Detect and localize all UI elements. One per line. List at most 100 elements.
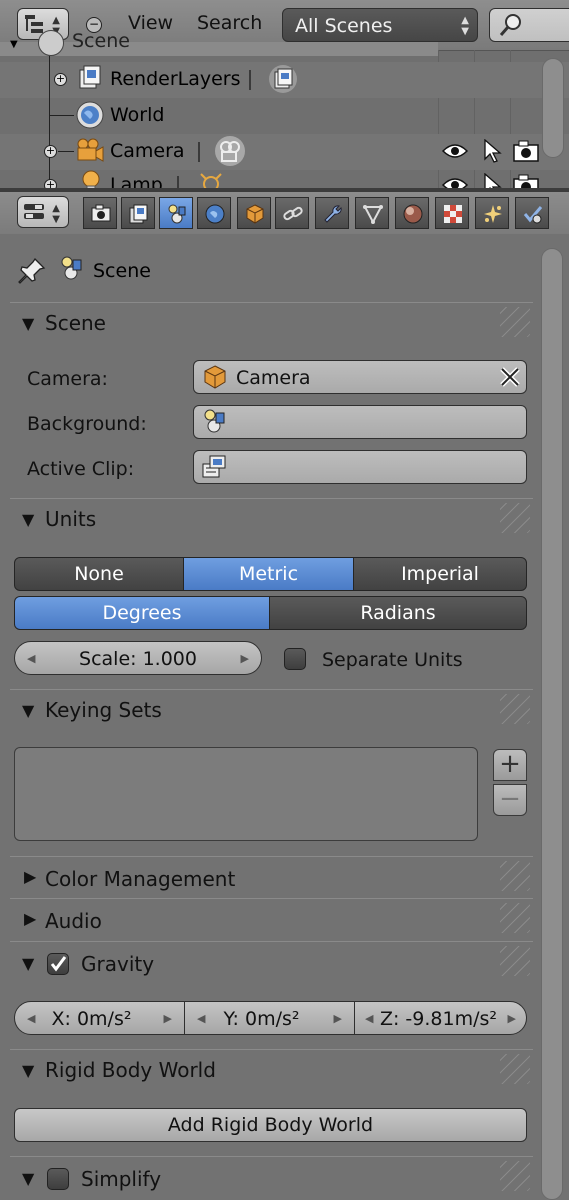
unit-system-none[interactable]: None xyxy=(14,557,184,591)
panel-drag-handle[interactable] xyxy=(500,903,530,933)
panel-drag-handle[interactable] xyxy=(500,1054,530,1084)
panel-header-gravity[interactable]: ▼ Gravity xyxy=(10,941,533,982)
outliner-scrollbar[interactable] xyxy=(542,58,564,158)
renderable-camera-icon[interactable] xyxy=(513,140,539,162)
editor-type-button[interactable]: ▲▼ xyxy=(17,196,69,228)
tab-texture[interactable] xyxy=(435,197,469,229)
scene-camera-field[interactable]: Camera xyxy=(193,360,527,394)
simplify-checkbox[interactable] xyxy=(47,1168,69,1190)
tab-modifiers[interactable] xyxy=(315,197,349,229)
keying-sets-list[interactable] xyxy=(14,747,478,841)
increment-arrow-icon[interactable]: ▶ xyxy=(334,1012,342,1025)
add-keying-set-button[interactable]: + xyxy=(493,749,527,781)
camera-data-icon xyxy=(215,136,245,166)
remove-keying-set-button[interactable]: − xyxy=(493,784,527,816)
increment-arrow-icon[interactable]: ▶ xyxy=(508,1012,516,1025)
outliner-row-lamp[interactable]: + Lamp xyxy=(0,170,539,190)
panel-drag-handle[interactable] xyxy=(500,694,530,724)
clear-x-icon[interactable] xyxy=(499,366,521,388)
panel-header-units[interactable]: ▼ Units xyxy=(10,498,533,539)
panel-title: Color Management xyxy=(45,867,236,891)
object-cube-icon xyxy=(246,204,264,224)
gravity-checkbox[interactable] xyxy=(47,953,69,975)
gravity-x-field[interactable]: ◀ X: 0m/s² ▶ xyxy=(14,1001,185,1035)
panel-header-rigid-body-world[interactable]: ▼ Rigid Body World xyxy=(10,1049,533,1090)
tab-render[interactable] xyxy=(83,197,117,229)
panel-drag-handle[interactable] xyxy=(500,1161,530,1191)
panel-title: Simplify xyxy=(81,1167,162,1191)
collapse-arrow-icon: ▼ xyxy=(22,1061,35,1080)
tab-physics[interactable] xyxy=(515,197,549,229)
rotation-degrees[interactable]: Degrees xyxy=(14,596,270,630)
panel-drag-handle[interactable] xyxy=(500,307,530,337)
outliner-search-field[interactable] xyxy=(489,8,569,42)
panel-title: Rigid Body World xyxy=(45,1058,216,1082)
context-label: Scene xyxy=(93,260,151,282)
panel-header-scene[interactable]: ▼ Scene xyxy=(10,302,533,343)
expand-icon[interactable]: + xyxy=(54,73,67,86)
panel-header-simplify[interactable]: ▼ Simplify xyxy=(10,1156,533,1197)
gravity-y-field[interactable]: ◀ Y: 0m/s² ▶ xyxy=(184,1001,355,1035)
tab-constraints[interactable] xyxy=(275,197,309,229)
search-menu[interactable]: Search xyxy=(197,12,262,34)
panel-title: Keying Sets xyxy=(45,698,162,722)
tab-particles[interactable] xyxy=(475,197,509,229)
unit-system-imperial[interactable]: Imperial xyxy=(353,557,527,591)
dropdown-arrows-icon: ▲▼ xyxy=(461,15,469,37)
increment-arrow-icon[interactable]: ▶ xyxy=(164,1012,172,1025)
properties-header: ▲ ▼ xyxy=(0,192,569,234)
tab-object[interactable] xyxy=(237,197,271,229)
panel-drag-handle[interactable] xyxy=(500,503,530,533)
panel-title: Audio xyxy=(45,909,102,933)
decrement-arrow-icon[interactable]: ◀ xyxy=(365,1012,373,1025)
panel-header-audio[interactable]: ▶ Audio xyxy=(10,898,533,939)
visibility-eye-icon[interactable] xyxy=(442,142,468,160)
outliner-row-camera[interactable]: + Camera xyxy=(0,134,539,168)
physics-icon xyxy=(523,206,543,224)
scene-active-clip-field[interactable] xyxy=(193,450,527,484)
pin-icon[interactable] xyxy=(17,256,47,286)
rotation-radians[interactable]: Radians xyxy=(269,596,527,630)
panel-header-color-management[interactable]: ▶ Color Management xyxy=(10,856,533,897)
display-mode-dropdown[interactable]: All Scenes ▲ ▼ xyxy=(282,8,478,42)
tab-world[interactable] xyxy=(197,197,231,229)
panel-header-keying-sets[interactable]: ▼ Keying Sets xyxy=(10,689,533,730)
increment-arrow-icon[interactable]: ▶ xyxy=(241,652,249,665)
panel-drag-handle[interactable] xyxy=(500,946,530,976)
scene-icon xyxy=(168,204,186,224)
camera-object-icon xyxy=(77,138,104,162)
separator xyxy=(249,70,251,90)
collapse-arrow-icon: ▼ xyxy=(10,39,18,50)
collapse-arrow-icon: ▼ xyxy=(22,954,35,973)
checkmark-icon xyxy=(50,956,67,972)
unit-scale-field[interactable]: ◀ Scale: 1.000 ▶ xyxy=(14,641,262,675)
gravity-z-field[interactable]: ◀ Z: -9.81m/s² ▶ xyxy=(354,1001,527,1035)
collapse-arrow-icon: ▼ xyxy=(22,1169,35,1188)
view-menu[interactable]: View xyxy=(128,12,173,34)
properties-editor-icon xyxy=(24,204,44,219)
unit-scale-value: Scale: 1.000 xyxy=(79,648,197,670)
tab-scene[interactable] xyxy=(159,197,193,229)
properties-body: Scene ▼ Scene Camera: Camera Background:… xyxy=(0,234,569,1200)
outliner-row-renderlayers[interactable]: + RenderLayers xyxy=(0,62,438,96)
search-icon xyxy=(499,14,521,36)
add-rigid-body-world-button[interactable]: Add Rigid Body World xyxy=(14,1108,527,1142)
unit-system-metric[interactable]: Metric xyxy=(183,557,354,591)
expand-icon[interactable]: + xyxy=(44,145,57,158)
selectable-cursor-icon[interactable] xyxy=(482,139,502,163)
decrement-arrow-icon[interactable]: ◀ xyxy=(27,1012,35,1025)
tab-render-layers[interactable] xyxy=(121,197,155,229)
tab-data[interactable] xyxy=(355,197,389,229)
outliner-editor: ▲▼ − View Search All Scenes ▲▼ ▼ Scene + xyxy=(0,0,569,190)
texture-checker-icon xyxy=(444,205,462,223)
outliner-row-world[interactable]: World xyxy=(0,98,438,132)
tab-material[interactable] xyxy=(395,197,429,229)
properties-scrollbar[interactable] xyxy=(541,248,563,1200)
decrement-arrow-icon[interactable]: ◀ xyxy=(27,652,35,665)
separate-units-checkbox[interactable] xyxy=(284,648,306,670)
decrement-arrow-icon[interactable]: ◀ xyxy=(197,1012,205,1025)
scene-background-field[interactable] xyxy=(193,405,527,439)
outliner-row-scene[interactable]: ▼ Scene xyxy=(0,30,438,56)
dropdown-arrows-icon: ▲▼ xyxy=(52,203,60,225)
panel-drag-handle[interactable] xyxy=(500,861,530,891)
